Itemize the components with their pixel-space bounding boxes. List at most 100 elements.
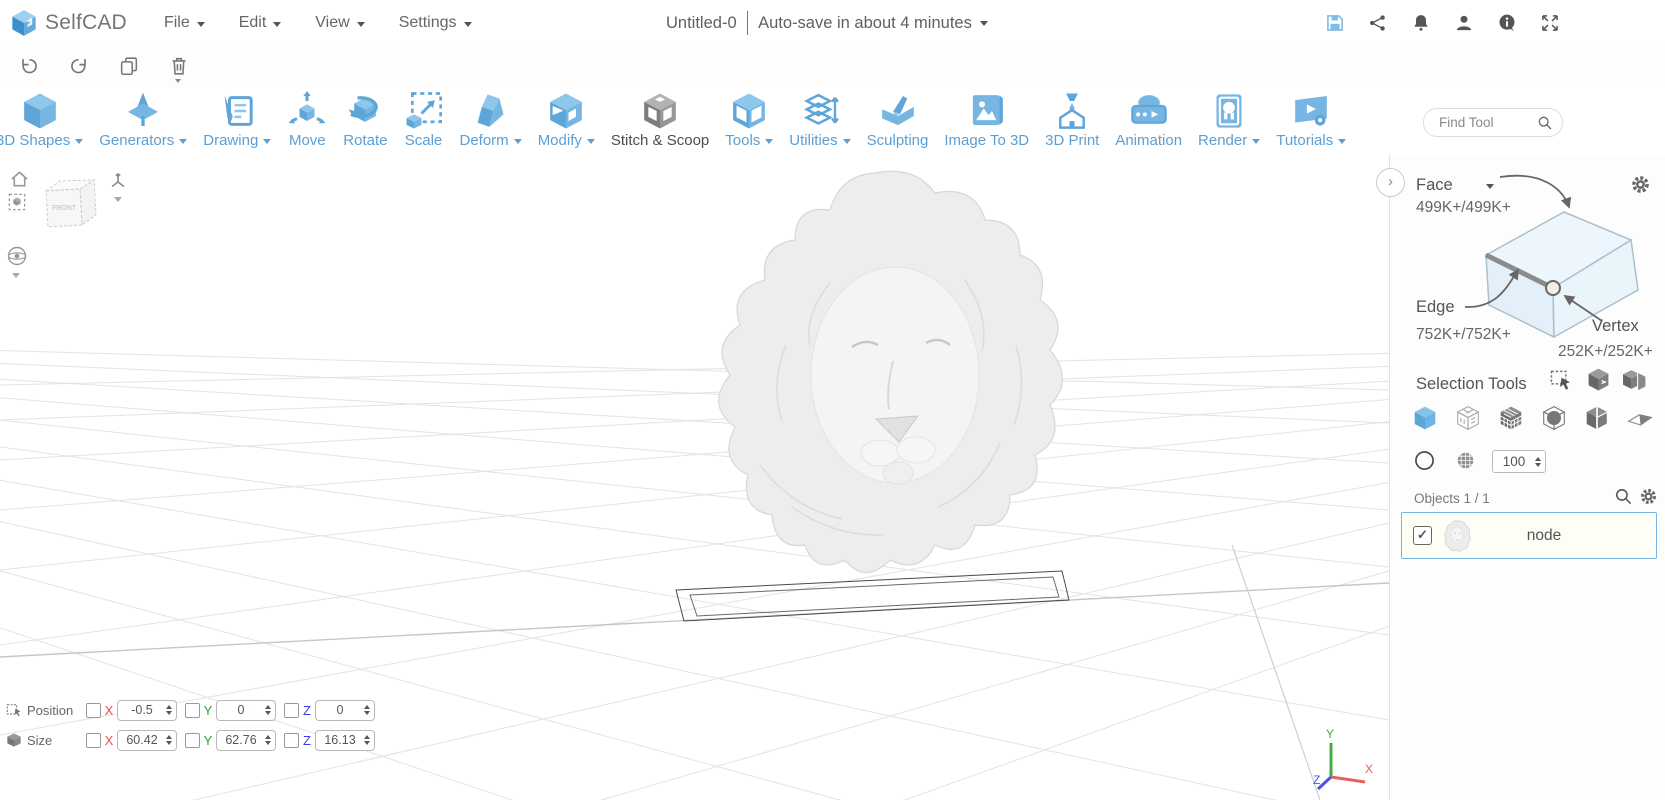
toolbar-item-3d-shapes[interactable]: 3D Shapes bbox=[0, 91, 83, 149]
position-z-input[interactable] bbox=[315, 700, 375, 721]
object-checkbox[interactable]: ✓ bbox=[1413, 526, 1432, 545]
app-logo[interactable]: SelfCAD bbox=[10, 9, 127, 37]
redo-icon[interactable] bbox=[68, 55, 90, 79]
selection-mode-row bbox=[1412, 405, 1653, 431]
size-y-input[interactable] bbox=[216, 730, 276, 751]
orbit-icon[interactable] bbox=[6, 245, 28, 267]
toolbar-item-sculpting[interactable]: Sculpting bbox=[867, 91, 929, 149]
size-z-value[interactable] bbox=[316, 732, 364, 748]
toolbar-item-image-to-3d[interactable]: Image To 3D bbox=[944, 91, 1029, 149]
marquee-select-icon[interactable] bbox=[1550, 369, 1573, 392]
axis-y-label: Y bbox=[203, 703, 213, 718]
size-x-checkbox[interactable] bbox=[86, 733, 101, 748]
autosave-status[interactable]: Auto-save in about 4 minutes bbox=[758, 14, 988, 33]
cube-select-icon[interactable] bbox=[1586, 367, 1611, 392]
search-icon bbox=[1537, 115, 1553, 131]
fullscreen-icon[interactable] bbox=[1540, 13, 1560, 33]
select-all-mode-icon[interactable] bbox=[1412, 405, 1438, 431]
cube-stack-select-icon[interactable] bbox=[1622, 367, 1647, 392]
find-tool-input[interactable] bbox=[1437, 114, 1515, 131]
axis-view-icon[interactable] bbox=[108, 171, 128, 191]
stepper-arrows[interactable] bbox=[265, 705, 275, 715]
position-x-checkbox[interactable] bbox=[86, 703, 101, 718]
position-y-checkbox[interactable] bbox=[185, 703, 200, 718]
size-z-input[interactable] bbox=[315, 730, 375, 751]
panel-collapse-button[interactable]: › bbox=[1376, 168, 1405, 197]
app-name: SelfCAD bbox=[45, 11, 127, 35]
search-objects-icon[interactable] bbox=[1614, 487, 1633, 506]
toolbar-item-tools[interactable]: Tools bbox=[725, 91, 773, 149]
position-y-input[interactable] bbox=[216, 700, 276, 721]
info-icon[interactable] bbox=[1497, 13, 1517, 33]
toolbar-item-utilities[interactable]: Utilities bbox=[789, 91, 850, 149]
share-icon[interactable] bbox=[1368, 13, 1388, 33]
face-mode-label[interactable]: Face bbox=[1416, 176, 1453, 195]
delete-icon[interactable] bbox=[168, 55, 190, 79]
fit-view-icon[interactable] bbox=[8, 193, 26, 211]
undo-icon[interactable] bbox=[18, 55, 40, 79]
toolbar-item-move[interactable]: Move bbox=[287, 91, 327, 149]
wireframe-mode-icon[interactable] bbox=[1455, 405, 1481, 431]
toolbar-item-label: Deform bbox=[460, 132, 509, 149]
position-x-input[interactable] bbox=[117, 700, 177, 721]
vertex-mode-label[interactable]: Vertex bbox=[1592, 317, 1639, 336]
stepper-arrows[interactable] bbox=[166, 705, 176, 715]
menu-view[interactable]: View bbox=[298, 14, 381, 32]
chevron-down-icon[interactable] bbox=[1486, 184, 1494, 189]
account-icon[interactable] bbox=[1454, 13, 1474, 33]
selection-strength-input[interactable]: 100 bbox=[1492, 450, 1546, 473]
object-list-item[interactable]: ✓ node bbox=[1401, 512, 1657, 559]
document-title[interactable]: Untitled-0 bbox=[666, 14, 737, 33]
chevron-down-icon bbox=[514, 139, 522, 144]
notifications-icon[interactable] bbox=[1411, 13, 1431, 33]
gear-icon[interactable] bbox=[1630, 174, 1651, 195]
stepper-arrows[interactable] bbox=[166, 735, 176, 745]
edge-mode-label[interactable]: Edge bbox=[1416, 298, 1455, 317]
flat-face-mode-icon[interactable] bbox=[1627, 405, 1653, 431]
toolbar-item-deform[interactable]: Deform bbox=[460, 91, 522, 149]
toolbar-item-modify[interactable]: Modify bbox=[538, 91, 595, 149]
chevron-down-icon bbox=[273, 22, 281, 27]
stepper-arrows[interactable] bbox=[1535, 457, 1545, 467]
size-x-value[interactable] bbox=[118, 732, 166, 748]
toolbar-item-scale[interactable]: Scale bbox=[404, 91, 444, 149]
copy-icon[interactable] bbox=[118, 55, 140, 79]
find-tool-search[interactable] bbox=[1423, 108, 1563, 137]
size-y-checkbox[interactable] bbox=[185, 733, 200, 748]
toolbar-item-3d-print[interactable]: 3D Print bbox=[1045, 91, 1099, 149]
toolbar-item-rotate[interactable]: Rotate bbox=[343, 91, 387, 149]
size-x-input[interactable] bbox=[117, 730, 177, 751]
chevron-down-icon[interactable] bbox=[114, 197, 122, 202]
chevron-down-icon[interactable] bbox=[12, 273, 20, 278]
sphere-cube-mode-icon[interactable] bbox=[1541, 405, 1567, 431]
half-cube-mode-icon[interactable] bbox=[1584, 405, 1610, 431]
round-brush-icon[interactable] bbox=[1414, 450, 1435, 471]
position-z-value[interactable] bbox=[316, 702, 364, 718]
menu-settings[interactable]: Settings bbox=[382, 14, 489, 32]
stepper-arrows[interactable] bbox=[265, 735, 275, 745]
vertex-grid-mode-icon[interactable] bbox=[1498, 405, 1524, 431]
objects-settings-gear-icon[interactable] bbox=[1639, 487, 1658, 506]
toolbar-item-render[interactable]: Render bbox=[1198, 91, 1260, 149]
home-view-icon[interactable] bbox=[10, 170, 29, 188]
size-z-checkbox[interactable] bbox=[284, 733, 299, 748]
toolbar-item-drawing[interactable]: Drawing bbox=[203, 91, 271, 149]
toolbar-item-label: 3D Shapes bbox=[0, 132, 70, 149]
stepper-arrows[interactable] bbox=[364, 735, 374, 745]
stepper-arrows[interactable] bbox=[364, 705, 374, 715]
position-y-value[interactable] bbox=[217, 702, 265, 718]
toolbar-item-tutorials[interactable]: Tutorials bbox=[1276, 91, 1346, 149]
menu-file[interactable]: File bbox=[147, 14, 222, 32]
objects-header: Objects 1 / 1 bbox=[1414, 491, 1490, 506]
mesh-sphere-icon[interactable] bbox=[1456, 451, 1475, 470]
toolbar-item-generators[interactable]: Generators bbox=[99, 91, 187, 149]
chevron-down-icon bbox=[263, 139, 271, 144]
view-cube[interactable]: FRONT bbox=[36, 175, 106, 241]
position-x-value[interactable] bbox=[118, 702, 166, 718]
save-icon[interactable] bbox=[1325, 13, 1345, 33]
toolbar-item-animation[interactable]: Animation bbox=[1115, 91, 1182, 149]
position-z-checkbox[interactable] bbox=[284, 703, 299, 718]
size-y-value[interactable] bbox=[217, 732, 265, 748]
menu-edit[interactable]: Edit bbox=[222, 14, 299, 32]
toolbar-item-stitch-scoop[interactable]: Stitch & Scoop bbox=[611, 91, 709, 149]
